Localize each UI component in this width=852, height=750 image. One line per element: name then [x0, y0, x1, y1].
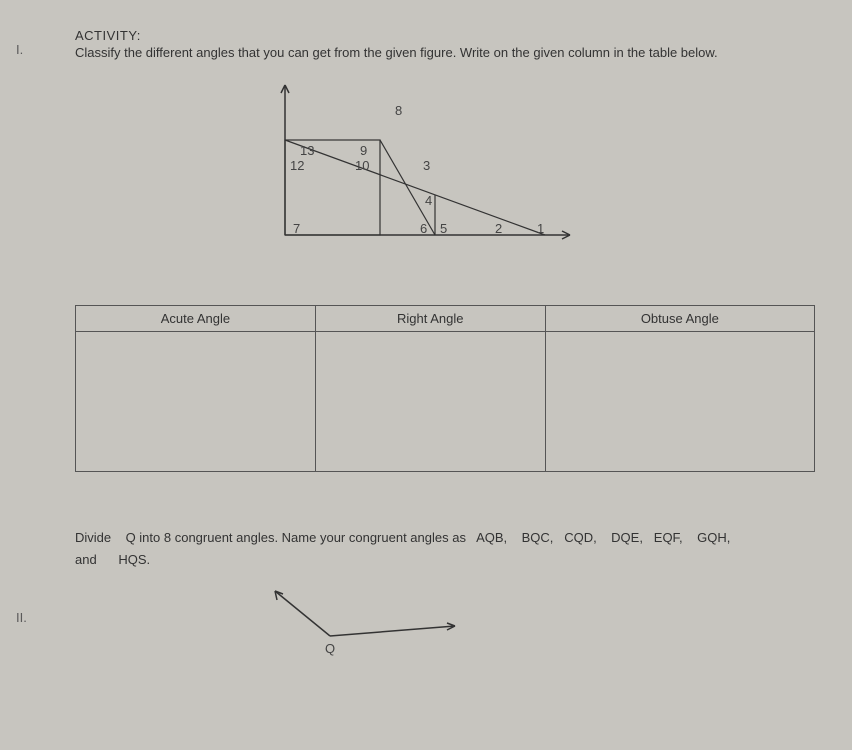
table-cell-acute[interactable]: [76, 332, 316, 472]
angle-label-9: 9: [360, 143, 367, 158]
angle-label-7: 7: [293, 221, 300, 236]
table-cell-right[interactable]: [315, 332, 545, 472]
angle-q-svg: Q: [220, 581, 480, 661]
table-cell-obtuse[interactable]: [545, 332, 814, 472]
figure-svg: 13 12 9 10 8 3 4 5 6 7 2 1: [75, 75, 575, 275]
geometry-figure: 13 12 9 10 8 3 4 5 6 7 2 1: [75, 75, 812, 275]
angle-label-5: 5: [440, 221, 447, 236]
divide-instruction-line2: and HQS.: [75, 552, 150, 567]
table-header-obtuse: Obtuse Angle: [545, 306, 814, 332]
table-header-acute: Acute Angle: [76, 306, 316, 332]
angle-label-13: 13: [300, 143, 314, 158]
activity-label: ACTIVITY:: [75, 28, 812, 43]
angle-q-figure: Q: [220, 581, 812, 661]
angle-label-4: 4: [425, 193, 432, 208]
activity-header: ACTIVITY: Classify the different angles …: [75, 28, 812, 60]
table-header-right: Right Angle: [315, 306, 545, 332]
angle-label-12: 12: [290, 158, 304, 173]
angle-label-3: 3: [423, 158, 430, 173]
vertex-q-label: Q: [325, 641, 335, 656]
instruction-text: Classify the different angles that you c…: [75, 45, 812, 60]
angle-label-2: 2: [495, 221, 502, 236]
angle-label-10: 10: [355, 158, 369, 173]
divide-instruction-prefix: Divide Q into 8 congruent angles. Name y…: [75, 530, 476, 545]
angle-names: AQB, BQC, CQD, DQE, EQF, GQH,: [476, 530, 730, 545]
angle-label-1: 1: [537, 221, 544, 236]
roman-numeral-1: I.: [16, 42, 23, 57]
classification-table: Acute Angle Right Angle Obtuse Angle: [75, 305, 815, 472]
angle-label-8: 8: [395, 103, 402, 118]
angle-label-6: 6: [420, 221, 427, 236]
roman-numeral-2: II.: [16, 610, 27, 625]
section-2-text: Divide Q into 8 congruent angles. Name y…: [75, 527, 812, 571]
